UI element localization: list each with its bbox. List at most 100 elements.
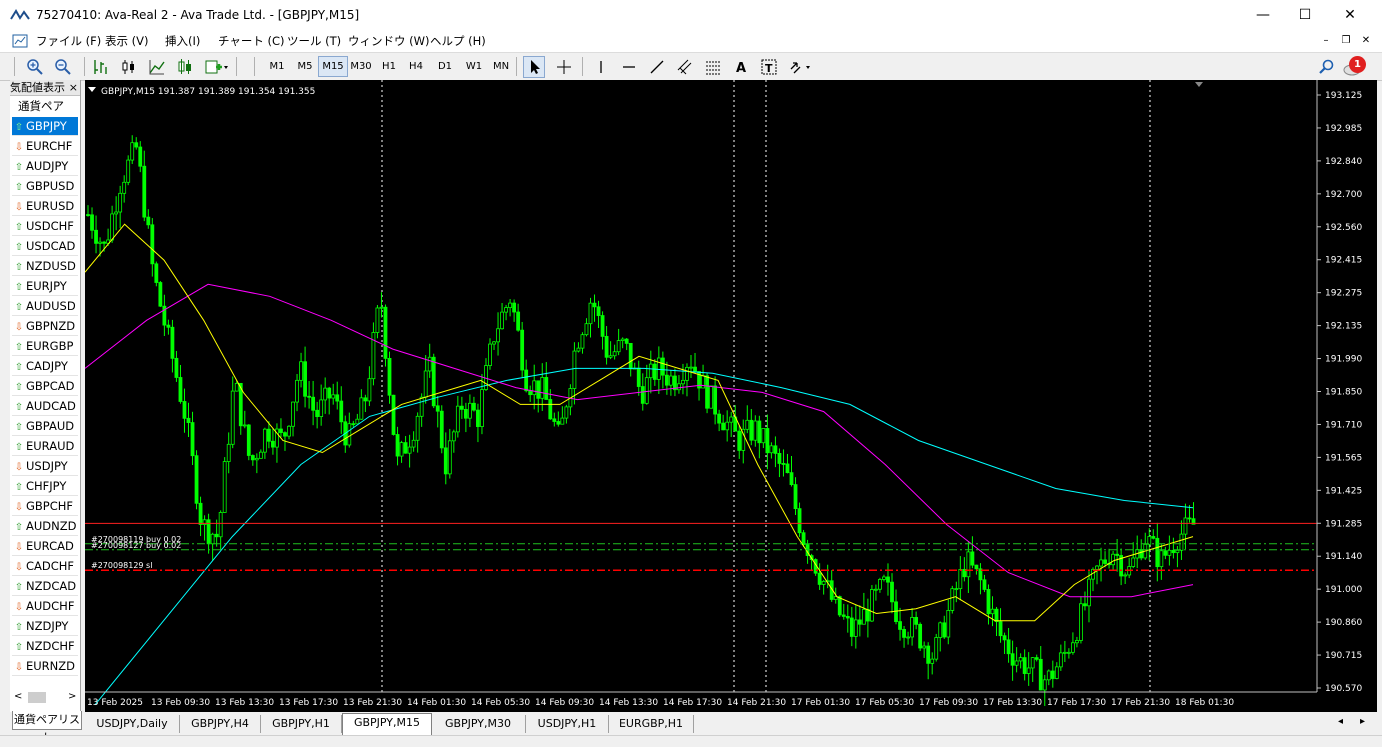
candle-body [749, 419, 754, 441]
symbol-row-audcad[interactable]: ⇧ AUDCAD [12, 397, 78, 416]
symbol-row-gbpcad[interactable]: ⇧ GBPCAD [12, 377, 78, 396]
symbol-row-eurusd[interactable]: ⇩ EURUSD [12, 197, 78, 216]
minimize-button[interactable]: — [1240, 0, 1286, 30]
symbol-row-audusd[interactable]: ⇧ AUDUSD [12, 297, 78, 316]
symbol-row-gbpusd[interactable]: ⇧ GBPUSD [12, 177, 78, 196]
symbol-row-gbpchf[interactable]: ⇩ GBPCHF [12, 497, 78, 516]
symbol-row-usdjpy[interactable]: ⇩ USDJPY [12, 457, 78, 476]
symbol-row-eurgbp[interactable]: ⇧ EURGBP [12, 337, 78, 356]
equidistant-channel-icon[interactable] [676, 57, 694, 77]
text-label-icon[interactable]: T [760, 57, 778, 77]
symbol-row-eurjpy[interactable]: ⇧ EURJPY [12, 277, 78, 296]
symbol-row-chfjpy[interactable]: ⇧ CHFJPY [12, 477, 78, 496]
symbol-row-nzdcad[interactable]: ⇧ NZDCAD [12, 577, 78, 596]
tabs-scroll-right-icon[interactable]: ▸ [1360, 716, 1365, 727]
time-tick-label: 17 Feb 17:30 [1047, 698, 1106, 708]
market-watch-tab[interactable]: 通貨ペアリスト [12, 711, 82, 744]
arrows-dropdown-icon[interactable] [788, 57, 814, 77]
symbol-row-nzdchf[interactable]: ⇧ NZDCHF [12, 637, 78, 656]
tabs-scroll-left-icon[interactable]: ◂ [1338, 716, 1343, 727]
timeframe-h4[interactable]: H4 [404, 57, 428, 76]
symbol-name: EURJPY [26, 279, 67, 293]
menu-help[interactable]: ヘルプ (H) [430, 33, 486, 49]
mdi-close-button[interactable]: ✕ [1358, 34, 1374, 48]
symbol-row-eurcad[interactable]: ⇩ EURCAD [12, 537, 78, 556]
candle-body [926, 645, 931, 664]
bar-chart-icon[interactable] [92, 57, 110, 77]
search-icon[interactable] [1318, 57, 1336, 77]
timeframe-d1[interactable]: D1 [433, 57, 457, 76]
chart-tab-gbpjpy-h4[interactable]: GBPJPY,H4 [180, 715, 261, 733]
symbol-row-eurchf[interactable]: ⇩ EURCHF [12, 137, 78, 156]
candle-body [295, 379, 299, 403]
menu-window[interactable]: ウィンドウ (W) [348, 33, 430, 49]
symbol-row-nzdusd[interactable]: ⇧ NZDUSD [12, 257, 78, 276]
symbol-row-euraud[interactable]: ⇧ EURAUD [12, 437, 78, 456]
symbol-column-header[interactable]: 通貨ペア [12, 97, 78, 115]
arrow-down-icon: ⇩ [14, 322, 24, 333]
chart-window-icon [12, 34, 28, 48]
trendline-icon[interactable] [648, 57, 666, 77]
notifications-button[interactable]: 1 [1342, 56, 1368, 78]
symbol-row-gbpaud[interactable]: ⇧ GBPAUD [12, 417, 78, 436]
market-watch-close-button[interactable]: × [66, 80, 78, 95]
symbol-row-eurnzd[interactable]: ⇩ EURNZD [12, 657, 78, 676]
timeframe-m30[interactable]: M30 [346, 57, 376, 76]
menu-chart[interactable]: チャート (C) [218, 33, 285, 49]
symbol-row-gbpnzd[interactable]: ⇩ GBPNZD [12, 317, 78, 336]
chart-tab-eurgbp-h1[interactable]: EURGBP,H1 [609, 715, 694, 733]
mdi-restore-button[interactable]: ❐ [1338, 34, 1354, 48]
candlestick-chart-icon[interactable] [120, 57, 138, 77]
add-indicator-icon[interactable] [204, 57, 230, 77]
candle-body [315, 409, 320, 417]
symbol-row-cadjpy[interactable]: ⇧ CADJPY [12, 357, 78, 376]
price-chart[interactable]: #270098119 buy 0.02 #270098127 buy 0.02 #2… [85, 80, 1377, 712]
zoom-in-icon[interactable] [26, 57, 44, 77]
scroll-thumb[interactable] [28, 692, 46, 703]
text-tool-icon[interactable]: A [732, 57, 750, 77]
chart-tab-gbpjpy-m15[interactable]: GBPJPY,M15 [342, 713, 432, 735]
symbol-name: EURCAD [26, 539, 74, 553]
symbol-row-usdchf[interactable]: ⇧ USDCHF [12, 217, 78, 236]
mdi-minimize-button[interactable]: – [1318, 34, 1334, 48]
menu-insert[interactable]: 挿入(I) [165, 33, 200, 49]
chart-tab-usdjpy-daily[interactable]: USDJPY,Daily [85, 715, 180, 733]
candle-body [669, 375, 673, 386]
symbol-row-audnzd[interactable]: ⇧ AUDNZD [12, 517, 78, 536]
timeframe-w1[interactable]: W1 [461, 57, 487, 76]
chart-properties-icon[interactable] [176, 57, 194, 77]
symbol-row-audchf[interactable]: ⇩ AUDCHF [12, 597, 78, 616]
symbol-row-usdcad[interactable]: ⇧ USDCAD [12, 237, 78, 256]
horizontal-line-icon[interactable] [620, 57, 638, 77]
chart-tab-gbpjpy-m30[interactable]: GBPJPY,M30 [431, 715, 526, 733]
timeframe-mn[interactable]: MN [487, 57, 515, 76]
symbol-name: CHFJPY [26, 479, 67, 493]
fibonacci-icon[interactable] [704, 57, 722, 77]
scroll-right-icon[interactable]: > [68, 691, 76, 702]
maximize-button[interactable]: ☐ [1282, 0, 1328, 30]
symbol-row-cadchf[interactable]: ⇩ CADCHF [12, 557, 78, 576]
menu-file[interactable]: ファイル (F) [36, 33, 101, 49]
line-chart-icon[interactable] [148, 57, 166, 77]
crosshair-icon[interactable] [555, 57, 573, 77]
chart-tab-gbpjpy-h1[interactable]: GBPJPY,H1 [261, 715, 342, 733]
price-tick-label: 193.125 [1325, 91, 1362, 101]
symbol-row-nzdjpy[interactable]: ⇧ NZDJPY [12, 617, 78, 636]
symbol-row-gbpjpy[interactable]: ⇧ GBPJPY [12, 117, 78, 136]
chart-tab-usdjpy-h1[interactable]: USDJPY,H1 [526, 715, 609, 733]
timeframe-m15[interactable]: M15 [318, 56, 348, 77]
cursor-icon[interactable] [523, 56, 545, 78]
vertical-line-icon[interactable] [592, 57, 610, 77]
symbol-row-audjpy[interactable]: ⇧ AUDJPY [12, 157, 78, 176]
close-button[interactable]: ✕ [1327, 0, 1373, 30]
zoom-out-icon[interactable] [54, 57, 72, 77]
chart-canvas[interactable]: #270098119 buy 0.02#270098127 buy 0.02#2… [85, 80, 1377, 712]
menu-tools[interactable]: ツール (T) [287, 33, 341, 49]
scroll-left-icon[interactable]: < [14, 691, 22, 702]
timeframe-h1[interactable]: H1 [377, 57, 401, 76]
timeframe-m1[interactable]: M1 [264, 57, 290, 76]
candle-body [705, 375, 709, 409]
horizontal-scrollbar[interactable]: < > [12, 691, 78, 705]
timeframe-m5[interactable]: M5 [292, 57, 318, 76]
menu-view[interactable]: 表示 (V) [105, 33, 149, 49]
